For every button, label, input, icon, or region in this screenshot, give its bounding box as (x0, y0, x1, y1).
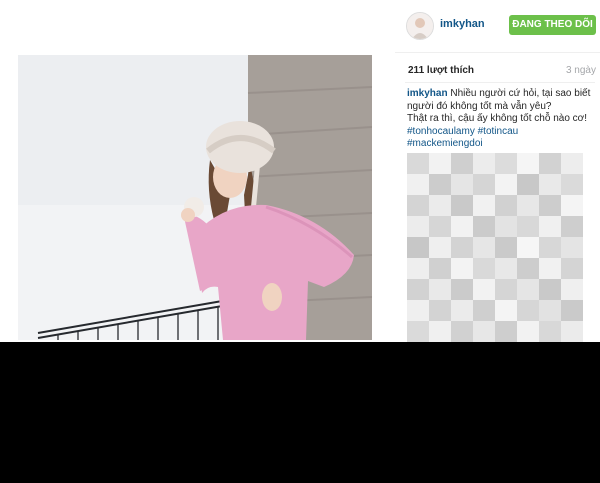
divider (405, 82, 595, 83)
black-bar (0, 342, 600, 483)
caption-line-2: Thật ra thì, cậu ấy không tốt chỗ nào cơ… (407, 113, 587, 124)
pixelated-comments-area (407, 153, 583, 342)
caption-username[interactable]: imkyhan (407, 88, 448, 99)
avatar[interactable] (406, 12, 434, 40)
post-photo[interactable] (18, 55, 372, 340)
likes-count[interactable]: 211 lượt thích (408, 65, 474, 76)
post-caption: imkyhan Nhiều người cứ hỏi, tại sao biết… (407, 88, 597, 151)
post-time[interactable]: 3 ngày (566, 65, 596, 76)
post-header: imkyhan ĐANG THEO DÕI (395, 0, 600, 53)
hashtag-link[interactable]: #mackemiengdoi (407, 138, 483, 149)
username-link[interactable]: imkyhan (440, 18, 485, 30)
post-sidebar: imkyhan ĐANG THEO DÕI 211 lượt thích 3 n… (395, 0, 600, 342)
hashtag-link[interactable]: #tonhocaulamy (407, 126, 475, 137)
instagram-post: imkyhan ĐANG THEO DÕI 211 lượt thích 3 n… (0, 0, 600, 342)
following-button[interactable]: ĐANG THEO DÕI (509, 15, 596, 35)
hashtag-link[interactable]: #totincau (478, 126, 519, 137)
